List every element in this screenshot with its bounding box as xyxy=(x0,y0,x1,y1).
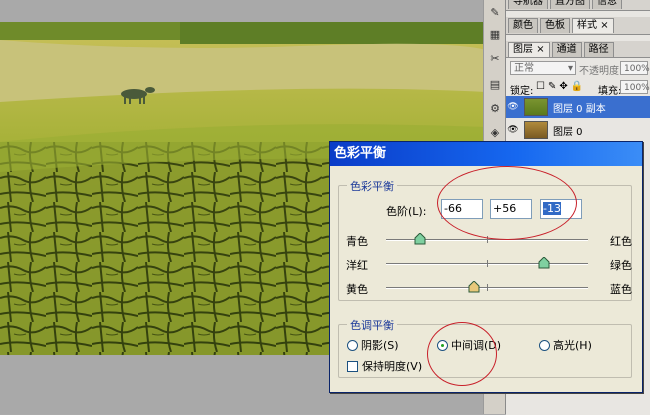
tools-icon[interactable]: ✂ xyxy=(487,50,503,66)
slider-right-label: 蓝色 xyxy=(610,283,632,296)
checkbox-label: 保持明度(V) xyxy=(362,360,423,373)
slider-left-label: 黄色 xyxy=(346,283,368,296)
info-icon[interactable]: ◈ xyxy=(487,124,503,140)
level-input-cyan-red[interactable]: -66 xyxy=(441,199,483,219)
levels-label: 色阶(L): xyxy=(386,205,427,218)
lock-label: 锁定: xyxy=(510,86,534,97)
tab-layers-label: 图层 xyxy=(513,44,533,55)
tab-info[interactable]: 信息 xyxy=(592,0,622,9)
lock-icons[interactable]: ☐✎✥🔒 xyxy=(536,81,586,92)
layer-name: 图层 0 xyxy=(553,126,583,138)
dialog-title: 色彩平衡 xyxy=(334,146,387,161)
color-balance-group-title: 色彩平衡 xyxy=(347,178,397,194)
slider-cyan-red[interactable]: 青色 红色 xyxy=(342,232,632,248)
tab-styles-label: 样式 xyxy=(577,20,597,31)
layer-thumbnail xyxy=(524,121,548,139)
fill-input[interactable]: 100% xyxy=(620,80,650,94)
radio-midtones[interactable]: 中间调(D) xyxy=(437,337,501,353)
opacity-label: 不透明度: xyxy=(579,66,623,77)
radio-label: 高光(H) xyxy=(553,339,592,352)
radio-shadows[interactable]: 阴影(S) xyxy=(347,337,399,353)
navigator-tabbar: 导航器 直方图 信息 xyxy=(508,0,622,10)
close-icon[interactable]: × xyxy=(600,20,608,31)
blend-mode-value: 正常 xyxy=(514,63,534,74)
opacity-input[interactable]: 100% xyxy=(620,61,650,75)
slider-knob[interactable] xyxy=(414,232,426,245)
preserve-luminosity-checkbox[interactable]: 保持明度(V) xyxy=(347,358,422,374)
swatch-tabbar: 颜色 色板 样式 × xyxy=(508,18,614,34)
layer-row[interactable]: 👁 图层 0 副本 xyxy=(506,96,650,118)
blend-mode-select[interactable]: 正常 ▾ xyxy=(510,61,576,75)
checkbox-box[interactable] xyxy=(347,360,358,372)
layer-row[interactable]: 👁 图层 0 xyxy=(506,119,650,141)
tab-styles[interactable]: 样式 × xyxy=(572,18,614,33)
tab-paths[interactable]: 路径 xyxy=(583,42,614,57)
slider-knob[interactable] xyxy=(468,280,480,293)
pin-icon[interactable]: ✎ xyxy=(487,4,503,20)
tab-navigator[interactable]: 导航器 xyxy=(508,0,548,9)
history-icon[interactable]: ▦ xyxy=(487,26,503,42)
slider-left-label: 青色 xyxy=(346,235,368,248)
level-input-yellow-blue[interactable]: -13 xyxy=(540,199,582,219)
radio-label: 阴影(S) xyxy=(361,339,399,352)
radio-circle[interactable] xyxy=(539,339,550,351)
layer-thumbnail xyxy=(524,98,548,116)
navigator-panel-body xyxy=(506,10,650,17)
tone-balance-group-title: 色调平衡 xyxy=(347,317,397,333)
level-input-magenta-green[interactable]: +56 xyxy=(490,199,532,219)
slider-track[interactable] xyxy=(386,256,588,269)
fill-label: 填充: xyxy=(598,86,622,97)
slider-yellow-blue[interactable]: 黄色 蓝色 xyxy=(342,280,632,296)
slider-left-label: 洋红 xyxy=(346,259,368,272)
slider-track[interactable] xyxy=(386,232,588,245)
tab-layers[interactable]: 图层 × xyxy=(508,42,550,57)
level-input-yellow-blue-value: -13 xyxy=(543,202,561,215)
dialog-title-bar[interactable]: 色彩平衡 xyxy=(330,142,642,166)
slider-right-label: 绿色 xyxy=(610,259,632,272)
slider-right-label: 红色 xyxy=(610,235,632,248)
slider-track[interactable] xyxy=(386,280,588,293)
radio-highlights[interactable]: 高光(H) xyxy=(539,337,592,353)
layers-tabbar: 图层 × 通道 路径 xyxy=(508,42,614,58)
eye-icon[interactable]: 👁 xyxy=(506,102,520,112)
radio-circle[interactable] xyxy=(437,339,448,351)
radio-circle[interactable] xyxy=(347,339,358,351)
tab-channels[interactable]: 通道 xyxy=(551,42,582,57)
slider-magenta-green[interactable]: 洋红 绿色 xyxy=(342,256,632,272)
styles-panel-body xyxy=(506,34,650,41)
tab-color[interactable]: 颜色 xyxy=(508,18,538,33)
tab-histogram[interactable]: 直方图 xyxy=(550,0,590,9)
slider-knob[interactable] xyxy=(538,256,550,269)
actions-icon[interactable]: ⚙ xyxy=(487,100,503,116)
tab-swatches[interactable]: 色板 xyxy=(540,18,570,33)
layer-name: 图层 0 副本 xyxy=(553,103,606,115)
chevron-down-icon: ▾ xyxy=(567,63,573,74)
brush-preset-icon[interactable]: ▤ xyxy=(487,76,503,92)
radio-label: 中间调(D) xyxy=(451,339,502,352)
color-balance-dialog: 色彩平衡 色彩平衡 色阶(L): -66 +56 -13 青色 红色 洋红 绿色… xyxy=(329,141,643,393)
close-icon[interactable]: × xyxy=(536,44,544,55)
eye-icon[interactable]: 👁 xyxy=(506,125,520,135)
